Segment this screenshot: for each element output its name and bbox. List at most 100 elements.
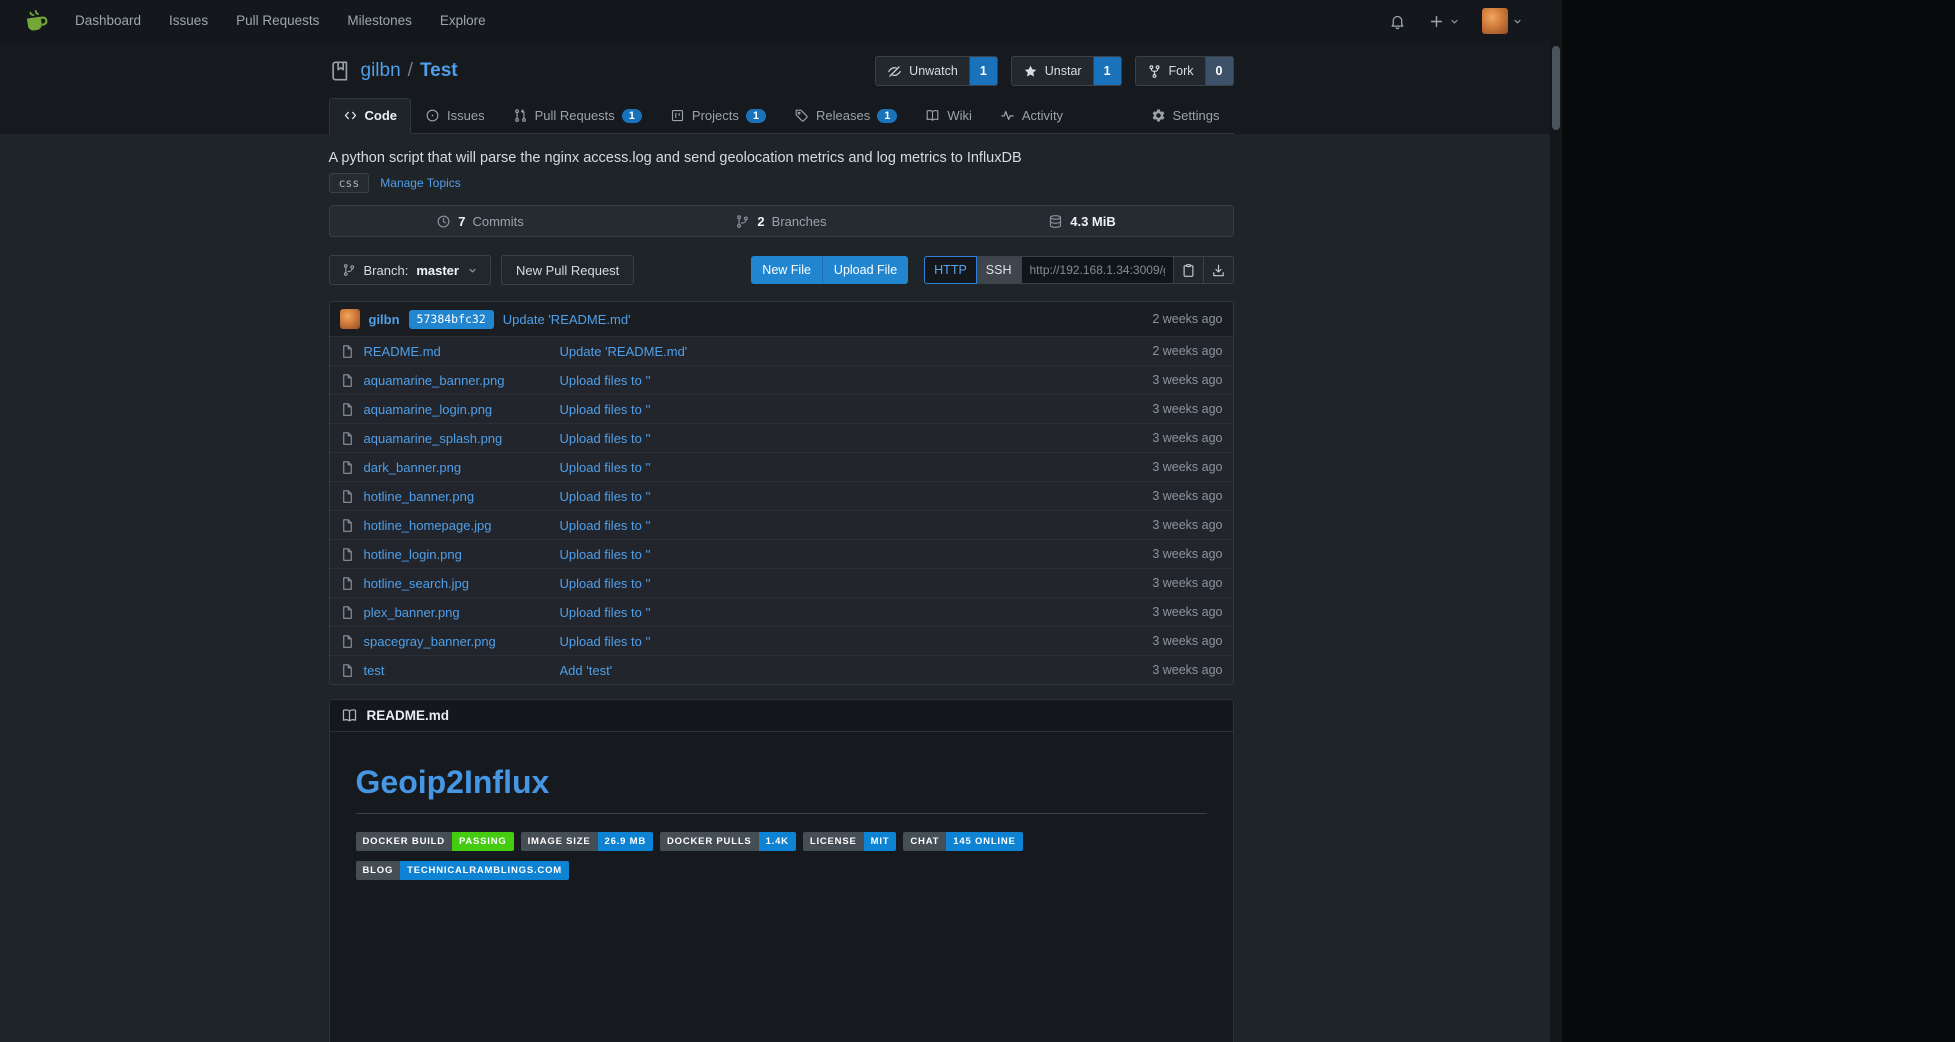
badge-value: TECHNICALRAMBLINGS.COM bbox=[400, 861, 569, 880]
file-commit-message-link[interactable]: Upload files to '' bbox=[560, 547, 651, 562]
tab-activity[interactable]: Activity bbox=[986, 98, 1077, 134]
gitea-teacup-icon bbox=[22, 7, 51, 36]
file-name-link[interactable]: hotline_login.png bbox=[364, 547, 462, 562]
file-icon bbox=[340, 373, 355, 388]
badge-label: LICENSE bbox=[803, 832, 864, 851]
file-commit-message-link[interactable]: Add 'test' bbox=[560, 663, 613, 678]
scrollbar[interactable] bbox=[1550, 0, 1562, 1042]
tab-settings-label: Settings bbox=[1173, 108, 1220, 123]
navbar-left: Dashboard Issues Pull Requests Milestone… bbox=[12, 0, 500, 42]
file-commit-age: 3 weeks ago bbox=[1152, 431, 1222, 445]
protocol-http-button[interactable]: HTTP bbox=[924, 256, 977, 284]
file-name-link[interactable]: aquamarine_splash.png bbox=[364, 431, 503, 446]
file-name-link[interactable]: dark_banner.png bbox=[364, 460, 462, 475]
tab-wiki[interactable]: Wiki bbox=[911, 98, 986, 134]
repo-owner-link[interactable]: gilbn bbox=[361, 60, 401, 82]
scrollbar-thumb[interactable] bbox=[1552, 46, 1560, 130]
file-commit-age: 3 weeks ago bbox=[1152, 489, 1222, 503]
badge-license[interactable]: LICENSE MIT bbox=[803, 832, 897, 851]
file-row: test Add 'test' 3 weeks ago bbox=[330, 655, 1233, 684]
tab-code[interactable]: Code bbox=[329, 98, 412, 134]
file-commit-message-link[interactable]: Upload files to '' bbox=[560, 402, 651, 417]
branch-selector[interactable]: Branch: master bbox=[329, 255, 491, 285]
issue-icon bbox=[425, 108, 440, 123]
nav-pull-requests[interactable]: Pull Requests bbox=[222, 0, 333, 42]
nav-dashboard[interactable]: Dashboard bbox=[61, 0, 155, 42]
badge-blog[interactable]: BLOG TECHNICALRAMBLINGS.COM bbox=[356, 861, 569, 880]
badge-image-size[interactable]: IMAGE SIZE 26.9 MB bbox=[521, 832, 653, 851]
file-commit-message-link[interactable]: Upload files to '' bbox=[560, 518, 651, 533]
clone-url-input[interactable] bbox=[1022, 256, 1174, 284]
tab-pull-requests-label: Pull Requests bbox=[535, 108, 615, 123]
commit-sha-badge[interactable]: 57384bfc32 bbox=[409, 310, 494, 329]
branches-count: 2 bbox=[757, 214, 764, 229]
upload-file-button[interactable]: Upload File bbox=[822, 256, 908, 284]
latest-commit-age: 2 weeks ago bbox=[1152, 312, 1222, 326]
file-name-link[interactable]: test bbox=[364, 663, 385, 678]
download-archive-button[interactable] bbox=[1204, 256, 1234, 284]
badge-chat[interactable]: CHAT 145 ONLINE bbox=[903, 832, 1022, 851]
tab-pull-requests[interactable]: Pull Requests 1 bbox=[499, 98, 656, 134]
file-commit-message-link[interactable]: Update 'README.md' bbox=[560, 344, 688, 359]
file-name-link[interactable]: README.md bbox=[364, 344, 441, 359]
tab-projects[interactable]: Projects 1 bbox=[656, 98, 780, 134]
badge-docker-build[interactable]: DOCKER BUILD PASSING bbox=[356, 832, 514, 851]
badge-docker-pulls[interactable]: DOCKER PULLS 1.4K bbox=[660, 832, 796, 851]
tab-settings[interactable]: Settings bbox=[1137, 98, 1234, 134]
gitea-logo[interactable] bbox=[12, 7, 61, 36]
file-row: aquamarine_banner.png Upload files to ''… bbox=[330, 365, 1233, 394]
latest-commit-message-link[interactable]: Update 'README.md' bbox=[503, 312, 631, 327]
commit-author-link[interactable]: gilbn bbox=[369, 312, 400, 327]
repo-name-link[interactable]: Test bbox=[420, 60, 458, 82]
file-commit-message-link[interactable]: Upload files to '' bbox=[560, 634, 651, 649]
unstar-button[interactable]: Unstar bbox=[1011, 56, 1094, 86]
manage-topics-link[interactable]: Manage Topics bbox=[380, 176, 461, 190]
file-commit-message-link[interactable]: Upload files to '' bbox=[560, 431, 651, 446]
branch-icon bbox=[342, 263, 356, 277]
new-file-button[interactable]: New File bbox=[751, 256, 822, 284]
repo-title-row: gilbn / Test Unwatch 1 bbox=[329, 54, 1234, 88]
file-commit-message-link[interactable]: Upload files to '' bbox=[560, 489, 651, 504]
releases-count-badge: 1 bbox=[877, 109, 897, 123]
create-new-menu[interactable] bbox=[1419, 13, 1469, 30]
file-name-link[interactable]: hotline_banner.png bbox=[364, 489, 475, 504]
file-name-link[interactable]: spacegray_banner.png bbox=[364, 634, 496, 649]
unwatch-button[interactable]: Unwatch bbox=[875, 56, 970, 86]
protocol-ssh-button[interactable]: SSH bbox=[977, 256, 1022, 284]
nav-explore[interactable]: Explore bbox=[426, 0, 500, 42]
stat-commits[interactable]: 7 Commits bbox=[330, 206, 631, 236]
tab-releases[interactable]: Releases 1 bbox=[780, 98, 911, 134]
file-name-link[interactable]: aquamarine_banner.png bbox=[364, 373, 505, 388]
project-board-icon bbox=[670, 108, 685, 123]
notifications-button[interactable] bbox=[1380, 13, 1415, 30]
repo-main: A python script that will parse the ngin… bbox=[0, 134, 1562, 1042]
file-name-link[interactable]: hotline_search.jpg bbox=[364, 576, 470, 591]
branch-label: Branch: bbox=[364, 263, 409, 278]
branch-name: master bbox=[416, 263, 459, 278]
copy-url-button[interactable] bbox=[1174, 256, 1204, 284]
forks-count[interactable]: 0 bbox=[1206, 56, 1234, 86]
repo-title: gilbn / Test bbox=[361, 60, 458, 82]
file-name-link[interactable]: plex_banner.png bbox=[364, 605, 460, 620]
file-icon bbox=[340, 663, 355, 678]
tab-issues[interactable]: Issues bbox=[411, 98, 499, 134]
stars-count[interactable]: 1 bbox=[1094, 56, 1122, 86]
file-commit-message-link[interactable]: Upload files to '' bbox=[560, 373, 651, 388]
readme-badge-row: BLOG TECHNICALRAMBLINGS.COM bbox=[356, 861, 1207, 880]
watchers-count[interactable]: 1 bbox=[970, 56, 998, 86]
file-commit-message-link[interactable]: Upload files to '' bbox=[560, 576, 651, 591]
fork-button[interactable]: Fork bbox=[1135, 56, 1206, 86]
user-menu[interactable] bbox=[1473, 8, 1532, 34]
file-commit-message-link[interactable]: Upload files to '' bbox=[560, 605, 651, 620]
topic-chip-css[interactable]: css bbox=[329, 173, 370, 193]
readme-title: Geoip2Influx bbox=[356, 764, 1207, 814]
file-commit-message-link[interactable]: Upload files to '' bbox=[560, 460, 651, 475]
stat-branches[interactable]: 2 Branches bbox=[631, 206, 932, 236]
new-pull-request-button[interactable]: New Pull Request bbox=[501, 255, 634, 285]
nav-milestones[interactable]: Milestones bbox=[333, 0, 426, 42]
file-name-link[interactable]: hotline_homepage.jpg bbox=[364, 518, 492, 533]
nav-issues[interactable]: Issues bbox=[155, 0, 222, 42]
file-name-link[interactable]: aquamarine_login.png bbox=[364, 402, 493, 417]
tab-releases-label: Releases bbox=[816, 108, 870, 123]
repo-action-buttons: Unwatch 1 Unstar 1 For bbox=[875, 56, 1233, 86]
